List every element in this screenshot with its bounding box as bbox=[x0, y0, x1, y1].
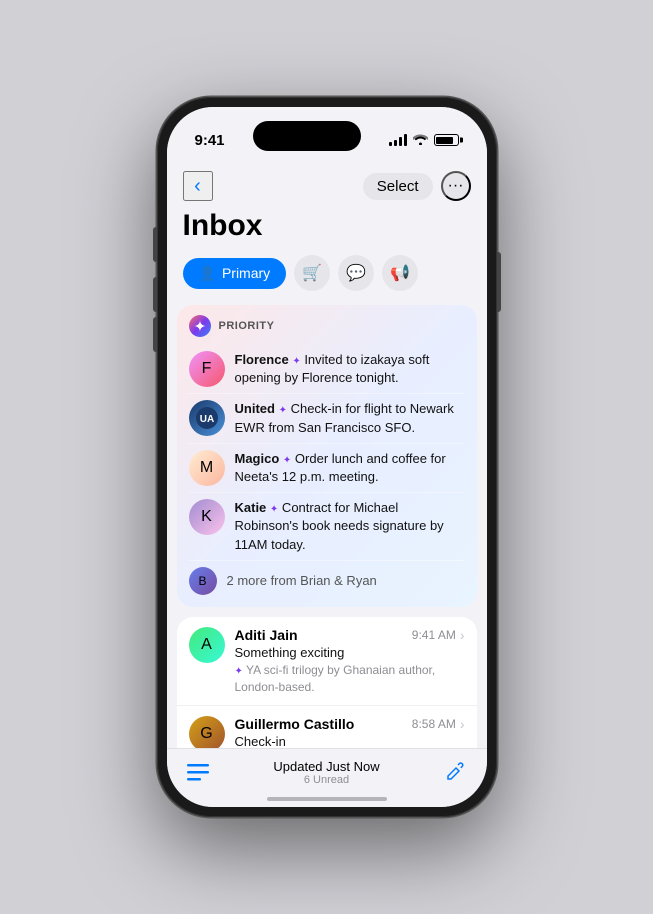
priority-text-katie: Katie ✦ Contract for Michael Robinson's … bbox=[235, 499, 465, 554]
email-sender-guillermo: Guillermo Castillo bbox=[235, 716, 355, 732]
more-from-text: 2 more from Brian & Ryan bbox=[227, 573, 377, 588]
priority-item-united[interactable]: UA United ✦ Check-in for flight to Newar… bbox=[189, 394, 465, 443]
bottom-status: Updated Just Now 6 Unread bbox=[273, 759, 379, 786]
priority-text-magico: Magico ✦ Order lunch and coffee for Neet… bbox=[235, 450, 465, 486]
more-button[interactable]: ··· bbox=[441, 171, 471, 201]
avatar-brian: B bbox=[189, 567, 217, 595]
priority-gemini-icon bbox=[189, 315, 211, 337]
home-indicator bbox=[267, 797, 387, 801]
priority-item-magico[interactable]: M Magico ✦ Order lunch and coffee for Ne… bbox=[189, 444, 465, 493]
status-updated: Updated Just Now bbox=[273, 759, 379, 774]
email-preview-aditi: ✦ YA sci-fi trilogy by Ghanaian author, … bbox=[235, 662, 465, 696]
wifi-icon bbox=[413, 133, 428, 148]
tab-primary[interactable]: 👤 Primary bbox=[183, 258, 287, 289]
chevron-aditi: › bbox=[460, 627, 465, 643]
page-title: Inbox bbox=[167, 209, 487, 255]
email-sender-aditi: Aditi Jain bbox=[235, 627, 298, 643]
avatar-magico: M bbox=[189, 450, 225, 486]
email-item-aditi[interactable]: A Aditi Jain 9:41 AM › Something excitin… bbox=[177, 617, 477, 707]
email-time-aditi: 9:41 AM › bbox=[412, 627, 465, 643]
dynamic-island bbox=[253, 121, 361, 151]
priority-header: PRIORITY bbox=[189, 315, 465, 337]
priority-item-katie[interactable]: K Katie ✦ Contract for Michael Robinson'… bbox=[189, 493, 465, 561]
email-header-guillermo: Guillermo Castillo 8:58 AM › bbox=[235, 716, 465, 732]
top-nav: ‹ Select ··· bbox=[167, 167, 487, 209]
tab-shopping[interactable]: 🛒 bbox=[294, 255, 330, 291]
signal-bars-icon bbox=[389, 134, 407, 146]
primary-tab-label: Primary bbox=[222, 265, 270, 281]
email-subject-aditi: Something exciting bbox=[235, 645, 465, 660]
phone-frame: 9:41 ‹ bbox=[157, 97, 497, 817]
chevron-guillermo: › bbox=[460, 716, 465, 732]
email-header-aditi: Aditi Jain 9:41 AM › bbox=[235, 627, 465, 643]
avatar-florence: F bbox=[189, 351, 225, 387]
priority-text-united: United ✦ Check-in for flight to Newark E… bbox=[235, 400, 465, 436]
avatar-united: UA bbox=[189, 400, 225, 436]
priority-label: PRIORITY bbox=[219, 320, 275, 332]
phone-screen: 9:41 ‹ bbox=[167, 107, 487, 807]
back-button[interactable]: ‹ bbox=[183, 171, 213, 201]
status-bar: 9:41 bbox=[167, 107, 487, 167]
select-button[interactable]: Select bbox=[363, 173, 433, 200]
priority-card: PRIORITY F Florence ✦ Invited to izakaya… bbox=[177, 305, 477, 607]
status-time: 9:41 bbox=[195, 132, 225, 149]
status-unread: 6 Unread bbox=[273, 774, 379, 786]
more-from[interactable]: B 2 more from Brian & Ryan bbox=[189, 561, 465, 597]
priority-item-florence[interactable]: F Florence ✦ Invited to izakaya soft ope… bbox=[189, 345, 465, 394]
avatar-katie: K bbox=[189, 499, 225, 535]
avatar-aditi-email: A bbox=[189, 627, 225, 663]
primary-tab-icon: 👤 bbox=[199, 265, 216, 282]
status-icons bbox=[389, 133, 459, 148]
battery-icon bbox=[434, 134, 459, 146]
tab-promotions[interactable]: 📢 bbox=[382, 255, 418, 291]
email-content-aditi: Aditi Jain 9:41 AM › Something exciting … bbox=[235, 627, 465, 696]
tab-social[interactable]: 💬 bbox=[338, 255, 374, 291]
filter-tabs: 👤 Primary 🛒 💬 📢 bbox=[167, 255, 487, 305]
email-time-guillermo: 8:58 AM › bbox=[412, 716, 465, 732]
compose-list-icon[interactable] bbox=[183, 757, 213, 787]
nav-actions: Select ··· bbox=[363, 171, 471, 201]
svg-text:UA: UA bbox=[199, 414, 213, 425]
priority-text-florence: Florence ✦ Invited to izakaya soft openi… bbox=[235, 351, 465, 387]
compose-button[interactable] bbox=[440, 757, 470, 787]
